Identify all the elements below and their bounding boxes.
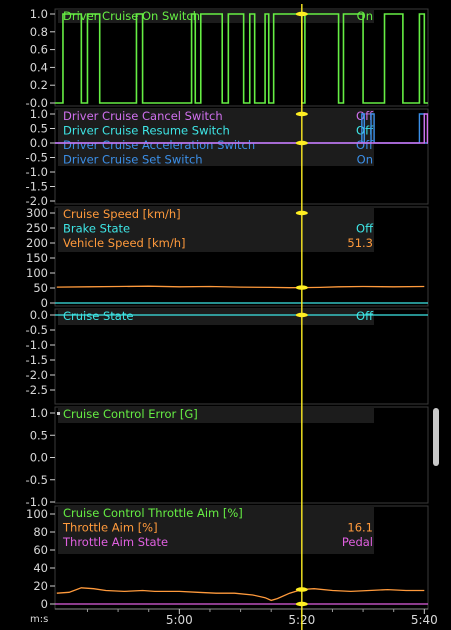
- x-axis-unit-label: m:s: [30, 614, 48, 625]
- y-tick-label: 150: [26, 251, 48, 265]
- y-tick-label: 0.0: [30, 136, 48, 150]
- x-tick-label: 5:40: [411, 613, 438, 627]
- y-tick-label: 60: [33, 543, 48, 557]
- legend-label[interactable]: Throttle Aim State: [62, 535, 168, 549]
- y-tick-label: 250: [26, 221, 48, 235]
- y-tick-label: 1.0: [30, 406, 48, 420]
- y-tick-label: 0.4: [30, 60, 48, 74]
- legend-value: On: [357, 9, 373, 23]
- telemetry-chart-window: 1.0 0.8 0.6 0.4 0.2 -0.0 Driver Cruise On Swit…: [0, 0, 451, 630]
- y-tick-label: -2.0: [26, 368, 48, 382]
- y-tick-label: 0: [41, 597, 48, 611]
- panel-p4[interactable]: 0.0-0.5-1.0-1.5-2.0-2.5 Cruise State Off: [26, 308, 429, 405]
- y-tick-label: -1.0: [26, 165, 48, 179]
- y-tick-label: 1.0: [30, 7, 48, 21]
- legend-label[interactable]: Driver Cruise Set Switch: [63, 153, 203, 167]
- legend-value: Off: [356, 309, 374, 323]
- y-tick-label: 0.2: [30, 78, 48, 92]
- legend-label[interactable]: Driver Cruise On Switch: [63, 9, 200, 23]
- panel-p3[interactable]: 300250200150100500Cruise Speed [km/h]Bra…: [26, 206, 429, 310]
- cursor-value-marker: [295, 210, 308, 216]
- cursor-value-marker: [295, 111, 308, 117]
- y-tick-label: 0.8: [30, 25, 48, 39]
- legend-label[interactable]: Cruise State: [63, 309, 133, 323]
- legend-value: Off: [356, 222, 374, 236]
- legend-value: Pedal: [342, 535, 373, 549]
- y-tick-label: 0.5: [30, 122, 48, 136]
- vertical-scrollbar[interactable]: [433, 408, 439, 466]
- cursor-value-marker: [295, 140, 308, 146]
- panel-p6[interactable]: 100 80 60 40 20 0 Cruise Control Throttle Aim …: [26, 505, 429, 611]
- legend-value: 51.3: [347, 236, 373, 250]
- cursor-value-marker: [295, 587, 308, 592]
- x-tick-label: 5:00: [166, 613, 193, 627]
- legend-marker: [57, 412, 60, 415]
- legend-label[interactable]: Cruise Control Error [G]: [63, 407, 198, 421]
- y-tick-label: 1.0: [30, 107, 48, 121]
- y-tick-label: -0.5: [26, 473, 48, 487]
- y-tick-label: 0.6: [30, 43, 48, 57]
- y-tick-label: 100: [26, 266, 48, 280]
- y-tick-label: 50: [33, 281, 48, 295]
- y-tick-label: 300: [26, 206, 48, 220]
- y-tick-label: -0.5: [26, 323, 48, 337]
- legend-label[interactable]: Vehicle Speed [km/h]: [63, 236, 186, 250]
- cursor-value-marker: [295, 601, 308, 607]
- y-tick-label: 100: [26, 507, 48, 521]
- y-tick-label: 200: [26, 236, 48, 250]
- legend-label[interactable]: Brake State: [63, 222, 130, 236]
- panel-p2[interactable]: 1.00.50.0-0.5-1.0-1.5-2.0Driver Cruise C…: [26, 107, 429, 208]
- y-tick-label: -1.5: [26, 353, 48, 367]
- y-tick-label: 0.0: [30, 308, 48, 322]
- y-tick-label: 20: [33, 579, 48, 593]
- y-tick-label: -1.5: [26, 180, 48, 194]
- y-tick-label: 80: [33, 525, 48, 539]
- panel-p1[interactable]: 1.00.80.60.40.2-0.0Driver Cruise On Swit…: [26, 7, 429, 110]
- y-tick-label: -1.0: [26, 338, 48, 352]
- legend-label[interactable]: Driver Cruise Resume Switch: [63, 124, 230, 138]
- legend-label[interactable]: Driver Cruise Cancel Switch: [63, 109, 223, 123]
- panel-frame: [54, 8, 429, 107]
- y-tick-label: 40: [33, 561, 48, 575]
- legend-label[interactable]: Cruise Speed [km/h]: [63, 207, 181, 221]
- telemetry-plot[interactable]: 1.00.80.60.40.2-0.0Driver Cruise On Swit…: [0, 0, 451, 630]
- legend-label[interactable]: Driver Cruise Acceleration Switch: [63, 138, 255, 152]
- y-tick-label: 0.5: [30, 428, 48, 442]
- cursor-value-marker: [295, 285, 308, 290]
- legend-label[interactable]: Throttle Aim [%]: [62, 521, 158, 535]
- cursor-value-marker: [295, 312, 308, 318]
- legend-value: 16.1: [347, 521, 373, 535]
- y-tick-label: -2.5: [26, 383, 48, 397]
- legend-value: On: [357, 153, 373, 167]
- panel-p5[interactable]: 1.00.50.0-0.5-1.0Cruise Control Error [G…: [26, 406, 429, 509]
- y-tick-label: 0.0: [30, 451, 48, 465]
- legend-label[interactable]: Cruise Control Throttle Aim [%]: [63, 506, 243, 520]
- cursor-value-marker: [295, 11, 308, 17]
- y-tick-label: -0.5: [26, 151, 48, 165]
